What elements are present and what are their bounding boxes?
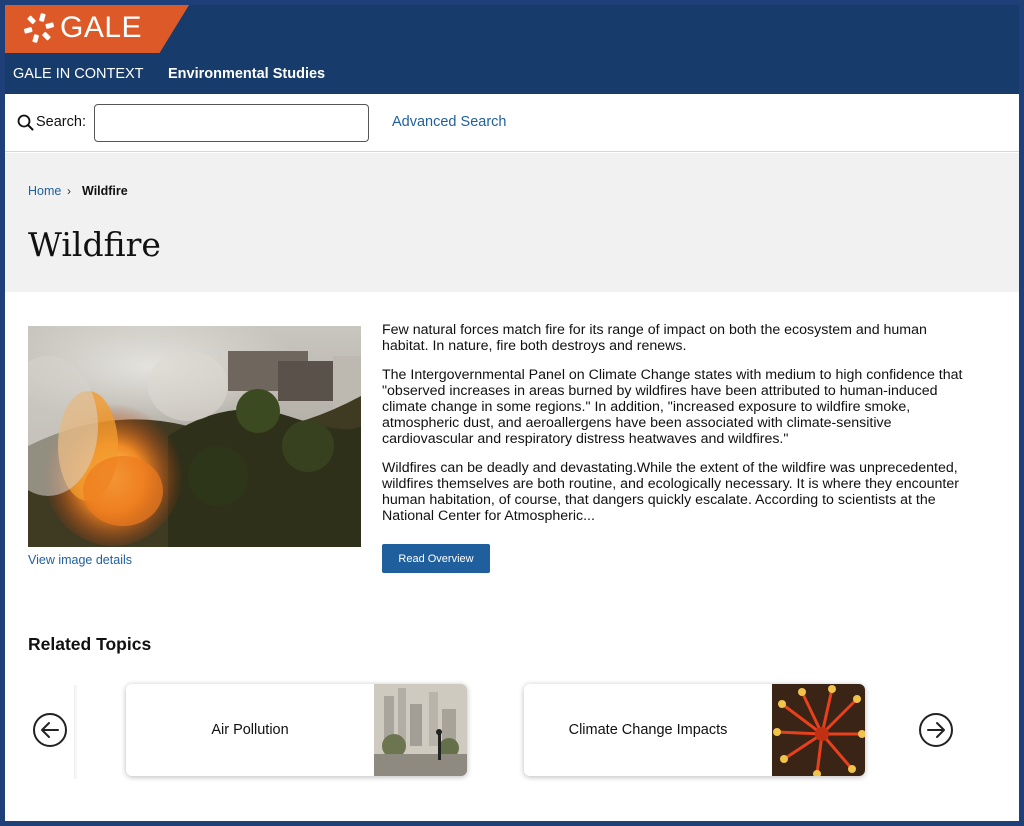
search-label: Search: xyxy=(36,114,86,130)
breadcrumb-home[interactable]: Home xyxy=(28,184,61,198)
carousel-fade xyxy=(74,685,78,779)
read-overview-button[interactable]: Read Overview xyxy=(382,544,490,573)
arrow-right-circle-icon[interactable] xyxy=(918,712,954,748)
breadcrumb-separator: › xyxy=(67,184,71,198)
search-input[interactable] xyxy=(94,104,369,142)
topic-image[interactable] xyxy=(28,326,361,547)
search-icon xyxy=(17,114,34,131)
overview-paragraph: Few natural forces match fire for its ra… xyxy=(382,322,927,354)
topic-overview-text: Few natural forces match fire for its ra… xyxy=(382,322,972,537)
related-topic-card[interactable]: Climate Change Impacts xyxy=(524,684,865,776)
page-frame: GALE GALE IN CONTEXT Environmental Studi… xyxy=(5,5,1019,821)
arrow-left-circle-icon[interactable] xyxy=(32,712,68,748)
related-topic-card[interactable]: Air Pollution xyxy=(126,684,467,776)
gale-logo-icon xyxy=(23,13,55,43)
related-topic-label: Climate Change Impacts xyxy=(568,722,728,738)
related-topic-label: Air Pollution xyxy=(211,722,289,738)
collection-name[interactable]: Environmental Studies xyxy=(168,66,325,82)
overview-paragraph: Wildfires can be deadly and devastating.… xyxy=(382,460,959,524)
page-title: Wildfire xyxy=(28,225,161,264)
view-image-details-link[interactable]: View image details xyxy=(28,553,132,567)
breadcrumb-current: Wildfire xyxy=(82,184,128,198)
logo-text: GALE xyxy=(60,11,143,44)
search-bar: Search: Advanced Search xyxy=(5,94,1019,152)
advanced-search-link[interactable]: Advanced Search xyxy=(392,114,506,130)
gale-logo[interactable]: GALE xyxy=(5,5,189,53)
overview-paragraph: The Intergovernmental Panel on Climate C… xyxy=(382,367,963,447)
topic-header: Home › Wildfire Wildfire xyxy=(5,153,1019,292)
site-header: GALE GALE IN CONTEXT Environmental Studi… xyxy=(5,5,1019,94)
related-topic-image xyxy=(772,684,865,776)
related-topic-image xyxy=(374,684,467,776)
product-name[interactable]: GALE IN CONTEXT xyxy=(13,66,144,82)
related-topics-heading: Related Topics xyxy=(28,634,152,654)
